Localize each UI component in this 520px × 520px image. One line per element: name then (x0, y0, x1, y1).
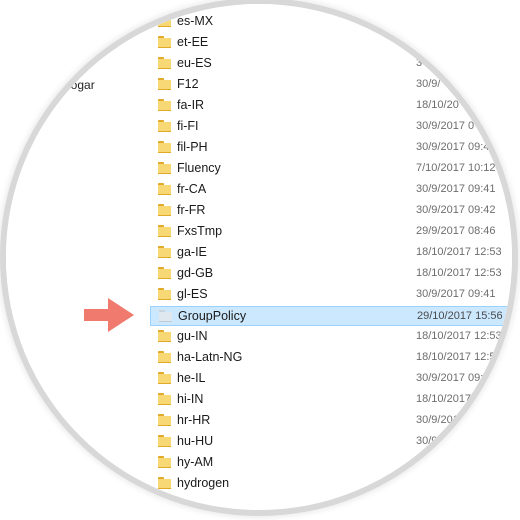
folder-row[interactable]: gu-IN 18/10/2017 12:53 (150, 327, 512, 347)
folder-icon (158, 393, 171, 405)
folder-row[interactable]: F12 30/9/ (150, 75, 512, 95)
folder-icon (158, 141, 171, 153)
folder-row[interactable]: fi-FI 30/9/2017 0 (150, 117, 512, 137)
folder-name: es-MX (177, 14, 214, 28)
folder-date-modified: 18/10/2017 12:5 (416, 351, 496, 363)
folder-name: fil-PH (177, 140, 208, 154)
folder-date-modified: 18/10/2017 12:53 (416, 330, 502, 342)
folder-icon (158, 57, 171, 69)
folder-name: ha-Latn-NG (177, 350, 243, 364)
folder-row[interactable]: hydrogen 3 (150, 474, 512, 494)
folder-date-modified: 30/9/ (416, 78, 441, 90)
navigation-pane: logar (6, 4, 148, 510)
folder-icon (158, 456, 171, 468)
folder-date-modified: 3 (416, 477, 423, 489)
folder-icon (158, 267, 171, 279)
folder-row[interactable]: hy-AM 18/10/2 (150, 453, 512, 473)
folder-date-modified: 18/10/2 (416, 456, 453, 468)
folder-date-modified: 29/9/2017 08:46 (416, 225, 496, 237)
folder-name: ga-IE (177, 245, 207, 259)
folder-name: FxsTmp (177, 224, 223, 238)
folder-row[interactable]: ha-Latn-NG 18/10/2017 12:5 (150, 348, 512, 368)
nav-item-label[interactable]: logar (68, 78, 95, 92)
folder-row[interactable]: fr-FR 30/9/2017 09:42 (150, 201, 512, 221)
folder-name: hr-HR (177, 413, 211, 427)
folder-icon (158, 330, 171, 342)
folder-icon (158, 225, 171, 237)
folder-name: fr-CA (177, 182, 207, 196)
folder-name: Fluency (177, 161, 221, 175)
folder-date-modified: 30/9/2017 0 (416, 414, 475, 426)
folder-date-modified: 30/9/2017 09:41 (416, 288, 496, 300)
folder-row[interactable]: he-IL 30/9/2017 09:4 (150, 369, 512, 389)
screenshot-stage: logar es-MX et-EE eu-ES 3 F12 30/9/fa-IR 18/10… (0, 0, 520, 520)
folder-row[interactable]: eu-ES 3 (150, 54, 512, 74)
folder-icon (158, 414, 171, 426)
folder-name: eu-ES (177, 56, 212, 70)
folder-icon (158, 15, 171, 27)
folder-icon (158, 288, 171, 300)
folder-row[interactable]: hu-HU 30/9/201 (150, 432, 512, 452)
folder-date-modified: 30/9/2017 09:4 (416, 372, 490, 384)
folder-name: et-EE (177, 35, 209, 49)
folder-date-modified: 18/10/2017 12:53 (416, 246, 502, 258)
folder-date-modified: 30/9/2017 09:42 (416, 204, 496, 216)
folder-date-modified: 29/10/2017 15:56 (417, 310, 503, 322)
folder-icon (158, 162, 171, 174)
folder-date-modified: 18/10/2017 1 (416, 393, 481, 405)
folder-name: hu-HU (177, 434, 214, 448)
folder-date-modified: 30/9/201 (416, 435, 459, 447)
folder-icon (158, 477, 171, 489)
folder-row[interactable]: gl-ES 30/9/2017 09:41 (150, 285, 512, 305)
folder-name: gl-ES (177, 287, 208, 301)
folder-icon (159, 310, 172, 322)
folder-row[interactable]: fil-PH 30/9/2017 09:4 (150, 138, 512, 158)
arrow-right-icon (84, 298, 134, 332)
folder-name: GroupPolicy (178, 309, 247, 323)
folder-name: gu-IN (177, 329, 208, 343)
folder-name: hy-AM (177, 455, 214, 469)
folder-icon (158, 204, 171, 216)
magnifier-circle: logar es-MX et-EE eu-ES 3 F12 30/9/fa-IR 18/10… (6, 4, 512, 510)
folder-date-modified: 30/9/2017 09:4 (416, 141, 490, 153)
folder-date-modified: 18/10/20 (416, 99, 459, 111)
folder-name: hydrogen (177, 476, 230, 490)
folder-name: gd-GB (177, 266, 214, 280)
folder-icon (158, 498, 171, 510)
folder-row[interactable]: gd-GB 18/10/2017 12:53 (150, 264, 512, 284)
folder-row[interactable] (150, 495, 512, 510)
folder-row[interactable]: fa-IR 18/10/20 (150, 96, 512, 116)
folder-icon (158, 120, 171, 132)
folder-name: fi-FI (177, 119, 199, 133)
folder-date-modified: 30/9/2017 09:41 (416, 183, 496, 195)
folder-icon (158, 372, 171, 384)
folder-row[interactable]: hr-HR 30/9/2017 0 (150, 411, 512, 431)
folder-icon (158, 435, 171, 447)
folder-row[interactable]: es-MX (150, 12, 512, 32)
folder-row[interactable]: FxsTmp 29/9/2017 08:46 (150, 222, 512, 242)
folder-date-modified: 30/9/2017 0 (416, 120, 475, 132)
file-explorer-window: logar es-MX et-EE eu-ES 3 F12 30/9/fa-IR 18/10… (6, 4, 512, 510)
folder-icon (158, 183, 171, 195)
folder-icon (158, 99, 171, 111)
folder-name: F12 (177, 77, 199, 91)
folder-name: fa-IR (177, 98, 205, 112)
folder-date-modified: 3 (416, 57, 423, 69)
folder-row[interactable]: Fluency 7/10/2017 10:12 (150, 159, 512, 179)
folder-date-modified: 7/10/2017 10:12 (416, 162, 496, 174)
folder-icon (158, 36, 171, 48)
folder-row[interactable]: fr-CA 30/9/2017 09:41 (150, 180, 512, 200)
folder-icon (158, 78, 171, 90)
folder-date-modified: 18/10/2017 12:53 (416, 267, 502, 279)
folder-row[interactable]: et-EE (150, 33, 512, 53)
folder-name: hi-IN (177, 392, 204, 406)
folder-row[interactable]: hi-IN 18/10/2017 1 (150, 390, 512, 410)
file-list: es-MX et-EE eu-ES 3 F12 30/9/fa-IR 18/10/20 fi-… (150, 4, 512, 510)
folder-name: he-IL (177, 371, 206, 385)
folder-name: fr-FR (177, 203, 206, 217)
folder-row[interactable]: ga-IE 18/10/2017 12:53 (150, 243, 512, 263)
folder-icon (158, 246, 171, 258)
selected-folder-row[interactable]: GroupPolicy 29/10/2017 15:56 (150, 306, 512, 326)
folder-icon (158, 351, 171, 363)
